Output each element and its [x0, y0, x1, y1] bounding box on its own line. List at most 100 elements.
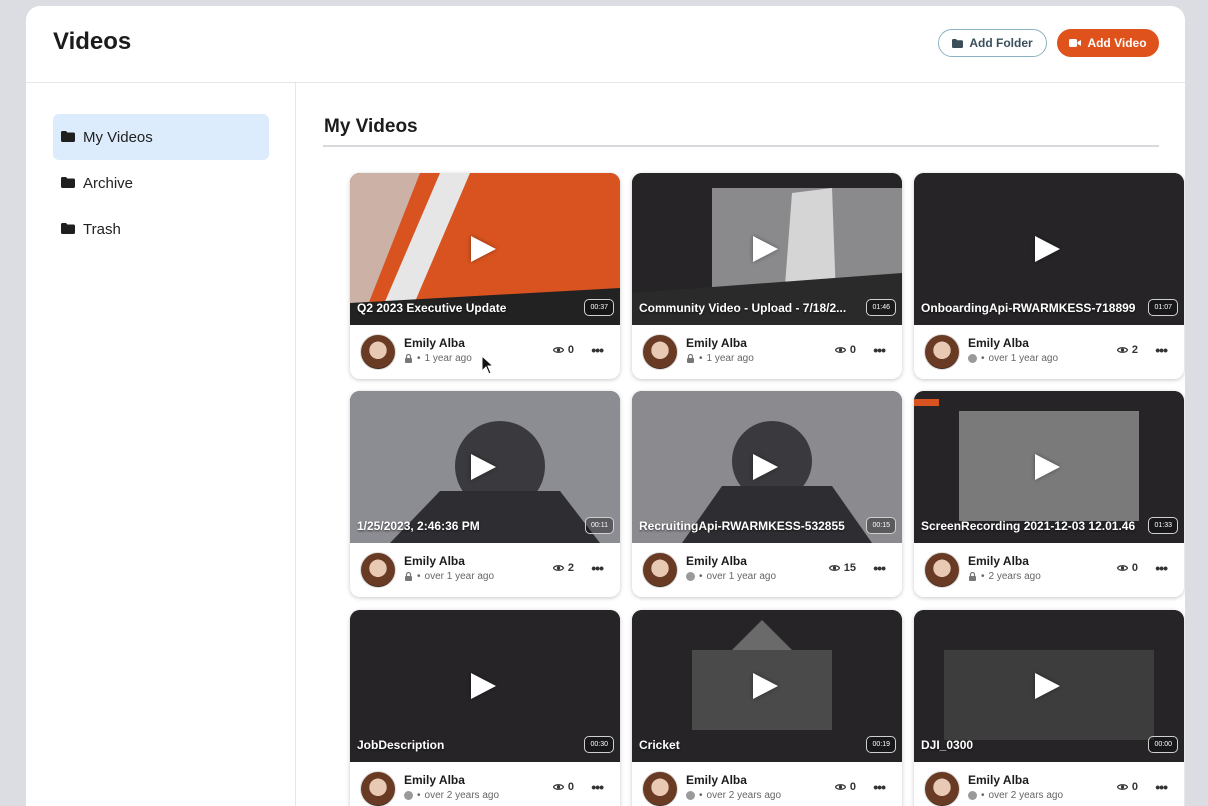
- lock-icon: [405, 354, 412, 363]
- video-card[interactable]: OnboardingApi-RWARMKESS-718899 01:07 Emily…: [914, 173, 1184, 379]
- play-icon[interactable]: [753, 454, 778, 480]
- video-duration: 01:07: [1148, 299, 1178, 316]
- author-name: Emily Alba: [404, 554, 465, 568]
- more-options-icon[interactable]: •••: [1155, 780, 1168, 794]
- sidebar-item-my-videos[interactable]: My Videos: [53, 114, 269, 160]
- view-count: 15: [828, 562, 856, 574]
- sidebar-item-label: My Videos: [83, 128, 153, 146]
- play-icon[interactable]: [471, 236, 496, 262]
- play-icon[interactable]: [753, 673, 778, 699]
- folder-icon: [61, 175, 75, 192]
- eye-icon: [834, 347, 846, 353]
- video-thumbnail[interactable]: JobDescription 00:30: [350, 610, 620, 762]
- video-age: over 1 year ago: [424, 571, 495, 582]
- eye-icon: [552, 565, 564, 571]
- sidebar-item-archive[interactable]: Archive: [53, 160, 269, 206]
- video-thumbnail[interactable]: RecruitingApi-RWARMKESS-532855 00:15: [632, 391, 902, 543]
- sidebar-item-trash[interactable]: Trash: [53, 206, 269, 252]
- view-count: 0: [834, 781, 856, 793]
- globe-icon: [404, 791, 413, 800]
- author-name: Emily Alba: [404, 336, 465, 350]
- add-video-button[interactable]: Add Video: [1057, 29, 1159, 57]
- add-folder-button[interactable]: Add Folder: [938, 29, 1047, 57]
- video-duration: 01:33: [1148, 517, 1178, 534]
- view-count-value: 15: [843, 562, 856, 574]
- video-thumbnail[interactable]: ScreenRecording 2021-12-03 12.01.46 01:33: [914, 391, 1184, 543]
- more-options-icon[interactable]: •••: [873, 780, 886, 794]
- lock-icon: [687, 354, 694, 363]
- folder-icon: [61, 129, 75, 146]
- video-card[interactable]: Cricket 00:19 Emily Alba • over 2 years ago 0…: [632, 610, 902, 806]
- video-meta: Emily Alba • over 2 years ago 0 •••: [914, 762, 1184, 806]
- play-icon[interactable]: [471, 454, 496, 480]
- more-options-icon[interactable]: •••: [1155, 561, 1168, 575]
- video-card[interactable]: 1/25/2023, 2:46:36 PM 00:11 Emily Alba • ove…: [350, 391, 620, 597]
- eye-icon: [828, 565, 840, 571]
- view-count: 0: [834, 344, 856, 356]
- video-thumbnail[interactable]: 1/25/2023, 2:46:36 PM 00:11: [350, 391, 620, 543]
- video-thumbnail[interactable]: Community Video - Upload - 7/18/2... 01:4…: [632, 173, 902, 325]
- lock-icon: [969, 572, 976, 581]
- video-card[interactable]: DJI_0300 00:00 Emily Alba • over 2 years ago…: [914, 610, 1184, 806]
- play-icon[interactable]: [1035, 454, 1060, 480]
- lock-icon: [405, 572, 412, 581]
- avatar: [924, 771, 960, 806]
- video-subinfo: • over 2 years ago: [686, 790, 781, 801]
- video-card[interactable]: Community Video - Upload - 7/18/2... 01:4…: [632, 173, 902, 379]
- video-duration: 00:30: [584, 736, 614, 753]
- separator-dot: •: [981, 353, 985, 364]
- view-count-value: 2: [567, 562, 574, 574]
- video-meta: Emily Alba • over 1 year ago 2 •••: [914, 325, 1184, 379]
- play-icon[interactable]: [753, 236, 778, 262]
- page-title: Videos: [53, 28, 132, 55]
- video-thumbnail[interactable]: DJI_0300 00:00: [914, 610, 1184, 762]
- view-count-value: 2: [1131, 344, 1138, 356]
- play-icon[interactable]: [1035, 236, 1060, 262]
- more-options-icon[interactable]: •••: [1155, 343, 1168, 357]
- video-duration: 00:15: [866, 517, 896, 534]
- video-thumbnail[interactable]: Cricket 00:19: [632, 610, 902, 762]
- view-count-value: 0: [849, 344, 856, 356]
- eye-icon: [552, 347, 564, 353]
- video-title: Cricket: [639, 738, 680, 752]
- more-options-icon[interactable]: •••: [873, 343, 886, 357]
- video-age: over 2 years ago: [988, 790, 1064, 801]
- separator-dot: •: [699, 571, 703, 582]
- more-options-icon[interactable]: •••: [591, 561, 604, 575]
- play-icon[interactable]: [471, 673, 496, 699]
- avatar: [642, 552, 678, 588]
- globe-icon: [968, 791, 977, 800]
- view-count: 2: [552, 562, 574, 574]
- globe-icon: [686, 572, 695, 581]
- view-count: 0: [552, 781, 574, 793]
- more-options-icon[interactable]: •••: [591, 780, 604, 794]
- video-age: over 2 years ago: [706, 790, 782, 801]
- video-meta: Emily Alba • 2 years ago 0 •••: [914, 543, 1184, 597]
- video-title: Q2 2023 Executive Update: [357, 301, 507, 315]
- video-subinfo: • over 2 years ago: [968, 790, 1063, 801]
- video-thumbnail[interactable]: Q2 2023 Executive Update 00:37: [350, 173, 620, 325]
- view-count-value: 0: [567, 344, 574, 356]
- section-title: My Videos: [324, 116, 418, 137]
- mouse-cursor-icon: [481, 355, 495, 375]
- avatar: [924, 552, 960, 588]
- view-count-value: 0: [567, 781, 574, 793]
- sidebar: My Videos Archive Trash: [26, 83, 296, 806]
- video-title: JobDescription: [357, 738, 445, 752]
- video-card[interactable]: ScreenRecording 2021-12-03 12.01.46 01:33…: [914, 391, 1184, 597]
- author-name: Emily Alba: [686, 554, 747, 568]
- view-count-value: 0: [1131, 781, 1138, 793]
- play-icon[interactable]: [1035, 673, 1060, 699]
- video-subinfo: • over 1 year ago: [968, 353, 1058, 364]
- video-duration: 00:11: [585, 517, 614, 534]
- video-thumbnail[interactable]: OnboardingApi-RWARMKESS-718899 01:07: [914, 173, 1184, 325]
- video-title: RecruitingApi-RWARMKESS-532855: [639, 519, 845, 533]
- video-title: 1/25/2023, 2:46:36 PM: [357, 519, 480, 533]
- avatar: [642, 771, 678, 806]
- video-camera-icon: [1069, 39, 1082, 47]
- more-options-icon[interactable]: •••: [591, 343, 604, 357]
- video-card[interactable]: JobDescription 00:30 Emily Alba • over 2 yea…: [350, 610, 620, 806]
- video-card[interactable]: RecruitingApi-RWARMKESS-532855 00:15 Emily…: [632, 391, 902, 597]
- more-options-icon[interactable]: •••: [873, 561, 886, 575]
- video-card[interactable]: Q2 2023 Executive Update 00:37 Emily Alba •…: [350, 173, 620, 379]
